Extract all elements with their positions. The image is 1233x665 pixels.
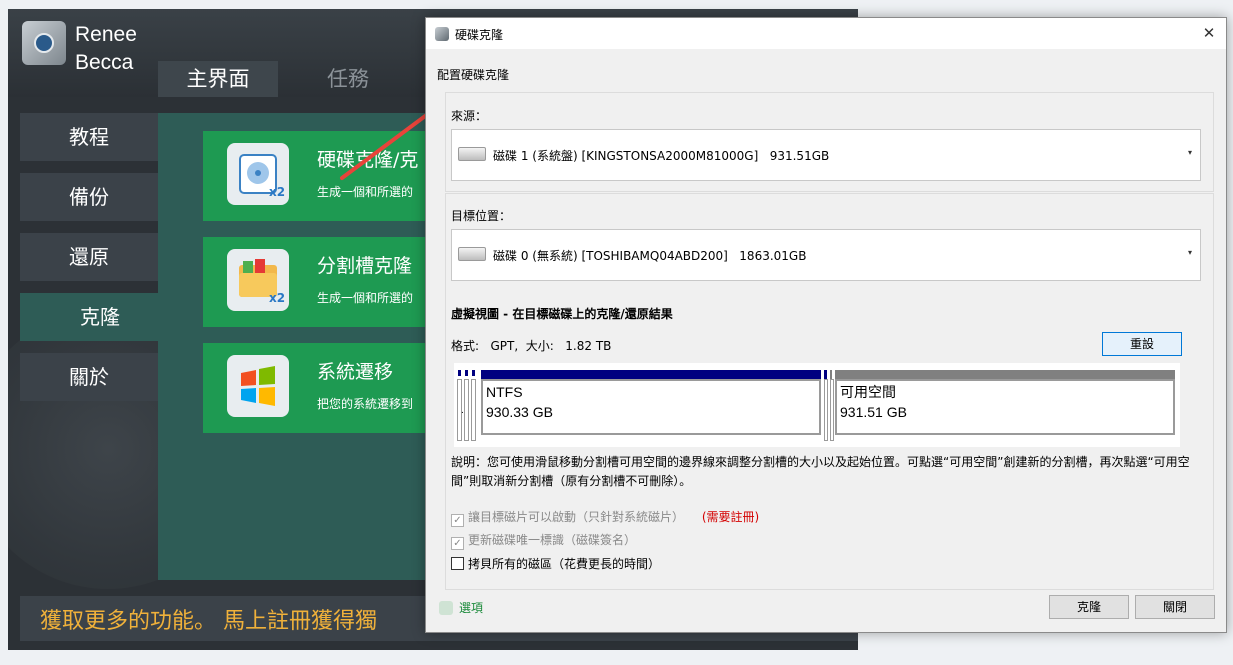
boundary-handle[interactable] — [824, 379, 828, 441]
check-icon: ✓ — [451, 537, 464, 550]
small-partition[interactable] — [471, 379, 476, 441]
x2-badge: x2 — [269, 185, 286, 199]
free-space-bar — [835, 370, 1175, 379]
disk-clone-dialog: 硬碟克隆 ✕ 配置硬碟克隆 來源： 磁碟 1 (系統盤) [KINGSTONSA… — [425, 17, 1227, 633]
ntfs-size: 930.33 GB — [486, 404, 553, 420]
sidebar-item-restore[interactable]: 還原 — [20, 233, 158, 281]
reset-button[interactable]: 重設 — [1102, 332, 1182, 356]
target-value: 磁碟 0 (無系統) [TOSHIBAMQ04ABD200] 1863.01GB — [493, 249, 807, 263]
x2-badge: x2 — [269, 291, 286, 305]
format-info: 格式: GPT, 大小: 1.82 TB — [451, 339, 612, 353]
sidebar-item-backup[interactable]: 備份 — [20, 173, 158, 221]
source-label: 來源： — [451, 109, 488, 123]
ntfs-bar — [481, 370, 821, 379]
small-partition-bar — [465, 370, 468, 376]
copy-all-sectors-checkbox[interactable]: 拷貝所有的磁區（花費更長的時間） — [451, 555, 660, 572]
target-select[interactable]: 磁碟 0 (無系統) [TOSHIBAMQ04ABD200] 1863.01GB… — [451, 229, 1201, 281]
card-title: 系統遷移 — [317, 361, 394, 383]
boundary-bar — [830, 370, 832, 379]
sidebar-item-about[interactable]: 關於 — [20, 353, 158, 401]
options-label: 選項 — [459, 601, 484, 615]
app-small-icon — [435, 27, 449, 41]
dialog-title: 硬碟克隆 — [455, 28, 504, 42]
bootable-checkbox[interactable]: ✓ 讓目標磁片可以啟動（只針對系統磁片） (需要註冊) — [451, 508, 759, 527]
card-desc: 生成一個和所選的 — [317, 291, 414, 305]
virtual-view-title: 虛擬視圖 - 在目標磁碟上的克隆/還原結果 — [451, 307, 673, 321]
update-signature-label: 更新磁碟唯一標識（磁碟簽名） — [468, 533, 637, 547]
brand-line-1: Renee — [75, 23, 137, 46]
bootable-label: 讓目標磁片可以啟動（只針對系統磁片） — [468, 510, 685, 524]
source-select[interactable]: 磁碟 1 (系統盤) [KINGSTONSA2000M81000G] 931.5… — [451, 129, 1201, 181]
check-icon: ✓ — [451, 514, 464, 527]
chevron-down-icon: ▾ — [1187, 148, 1192, 157]
sidebar-item-tutorial[interactable]: 教程 — [20, 113, 158, 161]
small-partition[interactable] — [464, 379, 469, 441]
small-partition-bar — [458, 370, 461, 376]
small-partition-bar — [472, 370, 475, 376]
app-logo-icon — [22, 21, 66, 65]
source-value: 磁碟 1 (系統盤) [KINGSTONSA2000M81000G] 931.5… — [493, 149, 830, 163]
card-system-migration[interactable]: 系統遷移 把您的系統遷移到 — [203, 343, 463, 433]
close-icon[interactable]: ✕ — [1196, 22, 1222, 44]
tab-home[interactable]: 主界面 — [158, 61, 278, 97]
ntfs-fs: NTFS — [486, 384, 523, 400]
boundary-handle[interactable] — [830, 379, 834, 441]
card-partition-clone[interactable]: x2 分割槽克隆 生成一個和所選的 — [203, 237, 463, 327]
update-signature-checkbox[interactable]: ✓ 更新磁碟唯一標識（磁碟簽名） — [451, 531, 636, 550]
windows-logo-icon — [227, 355, 289, 417]
checkbox-empty — [451, 557, 464, 570]
config-label: 配置硬碟克隆 — [437, 68, 510, 82]
partition-map: . NTFS 930.33 GB 可用空間 931.51 GB — [454, 363, 1180, 447]
target-label: 目標位置： — [451, 209, 512, 223]
register-note: (需要註冊) — [701, 510, 760, 524]
options-link[interactable]: 選項 — [439, 599, 483, 616]
card-title: 分割槽克隆 — [317, 255, 413, 277]
free-space-size: 931.51 GB — [840, 404, 907, 420]
brand-name: Renee Becca — [75, 21, 137, 77]
card-desc: 把您的系統遷移到 — [317, 397, 414, 411]
description-text: 說明：您可使用滑鼠移動分割槽可用空間的邊界線來調整分割槽的大小以及起始位置。可點… — [451, 455, 1190, 488]
promo-text: 獲取更多的功能。 馬上註冊獲得獨 — [40, 609, 377, 634]
chevron-down-icon: ▾ — [1187, 248, 1192, 257]
brand-line-2: Becca — [75, 51, 134, 74]
clone-button[interactable]: 克隆 — [1049, 595, 1129, 619]
dialog-titlebar: 硬碟克隆 ✕ — [426, 18, 1226, 49]
hard-drive-icon — [458, 147, 486, 161]
sidebar-item-clone[interactable]: 克隆 — [20, 293, 180, 341]
options-icon — [439, 601, 453, 615]
free-space-label: 可用空間 — [840, 384, 896, 400]
copy-all-sectors-label: 拷貝所有的磁區（花費更長的時間） — [468, 557, 661, 571]
close-button[interactable]: 關閉 — [1135, 595, 1215, 619]
boundary-bar — [824, 370, 827, 379]
hard-drive-icon — [458, 247, 486, 261]
